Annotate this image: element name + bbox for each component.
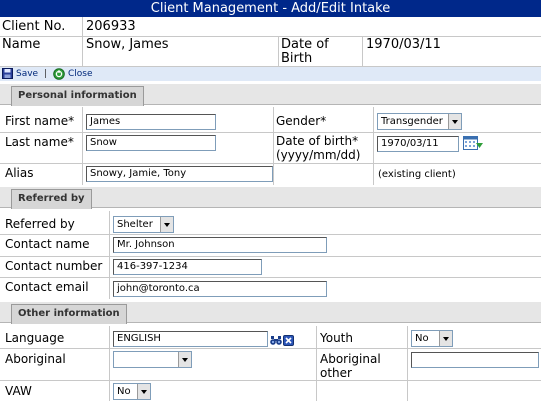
personal-section-header: Personal information — [0, 84, 541, 106]
header-col-divider — [278, 36, 279, 67]
header-col-divider — [82, 17, 83, 67]
contact-email-input[interactable]: john@toronto.ca — [113, 281, 327, 297]
row-divider — [0, 380, 541, 381]
dob-label-line2: (yyyy/mm/dd) — [276, 148, 361, 162]
aboriginal-other-label-line1: Aboriginal — [320, 352, 381, 366]
aboriginal-other-label-line2: other — [320, 366, 352, 380]
referred-by-label: Referred by — [5, 217, 75, 231]
chevron-down-icon[interactable] — [439, 331, 452, 346]
row-divider — [0, 234, 541, 235]
dob-label-line1: Date of birth* — [276, 134, 359, 148]
contact-number-label: Contact number — [5, 259, 103, 273]
toolbar: Save | Close — [0, 67, 541, 81]
aboriginal-select[interactable] — [113, 351, 192, 368]
row-divider — [0, 277, 541, 278]
referred-by-selected-value: Shelter — [117, 219, 153, 230]
col-divider — [316, 326, 317, 401]
contact-email-label: Contact email — [5, 280, 89, 294]
col-divider — [373, 107, 374, 185]
col-divider — [273, 107, 274, 185]
header-dob-label-line1: Date of — [281, 37, 329, 52]
youth-label: Youth — [320, 331, 353, 345]
col-divider — [82, 107, 83, 185]
chevron-down-icon[interactable] — [137, 384, 150, 399]
contact-name-input[interactable]: Mr. Johnson — [113, 237, 327, 253]
gender-select[interactable]: Transgender — [377, 113, 462, 130]
blue-x-icon[interactable] — [283, 331, 294, 350]
header-col-divider — [362, 36, 363, 67]
save-button[interactable]: Save — [16, 67, 38, 81]
green-circle-close-icon[interactable] — [53, 68, 65, 85]
first-name-input[interactable]: James — [86, 114, 216, 130]
youth-select[interactable]: No — [411, 330, 453, 347]
chevron-down-icon[interactable] — [160, 217, 173, 232]
binoculars-icon[interactable] — [270, 331, 282, 350]
floppy-disk-icon[interactable] — [2, 68, 13, 84]
col-divider — [109, 326, 110, 401]
chevron-down-icon[interactable] — [178, 352, 191, 367]
referred-by-select[interactable]: Shelter — [113, 216, 174, 233]
client-no-label: Client No. — [2, 19, 66, 34]
aboriginal-label: Aboriginal — [5, 352, 66, 366]
contact-name-label: Contact name — [5, 237, 90, 251]
last-name-label: Last name* — [5, 135, 74, 149]
vaw-select[interactable]: No — [113, 383, 151, 400]
aboriginal-other-input[interactable] — [411, 352, 539, 368]
calendar-icon[interactable] — [462, 134, 484, 156]
vaw-selected-value: No — [117, 386, 131, 397]
first-name-label: First name* — [5, 114, 75, 128]
existing-client-note: (existing client) — [378, 169, 456, 180]
language-label: Language — [5, 331, 65, 345]
chevron-down-icon[interactable] — [448, 114, 461, 129]
col-divider — [407, 326, 408, 401]
name-value: Snow, James — [86, 37, 169, 52]
referral-section-header: Referred by — [0, 187, 541, 209]
name-label: Name — [2, 37, 41, 52]
toolbar-separator: | — [44, 69, 48, 79]
youth-selected-value: No — [415, 333, 429, 344]
last-name-input[interactable]: Snow — [86, 135, 216, 151]
window-title: Client Management - Add/Edit Intake — [0, 0, 541, 17]
col-divider — [109, 211, 110, 299]
header-dob-value: 1970/03/11 — [366, 37, 441, 52]
contact-number-input[interactable]: 416-397-1234 — [113, 259, 262, 275]
close-button[interactable]: Close — [68, 67, 93, 81]
dob-input[interactable]: 1970/03/11 — [377, 136, 459, 152]
client-no-value: 206933 — [86, 19, 136, 34]
tab-other-information[interactable]: Other information — [11, 304, 127, 324]
gender-selected-value: Transgender — [381, 116, 443, 127]
vaw-label: VAW — [5, 384, 32, 398]
language-input[interactable]: ENGLISH — [113, 331, 268, 347]
tab-personal-information[interactable]: Personal information — [11, 86, 144, 106]
row-divider — [0, 256, 541, 257]
alias-label: Alias — [5, 166, 34, 180]
alias-input[interactable]: Snowy, Jamie, Tony — [86, 166, 273, 182]
gender-label: Gender* — [276, 114, 327, 128]
other-section-header: Other information — [0, 302, 541, 324]
tab-referred-by[interactable]: Referred by — [11, 189, 92, 209]
header-dob-label-line2: Birth — [281, 51, 313, 66]
